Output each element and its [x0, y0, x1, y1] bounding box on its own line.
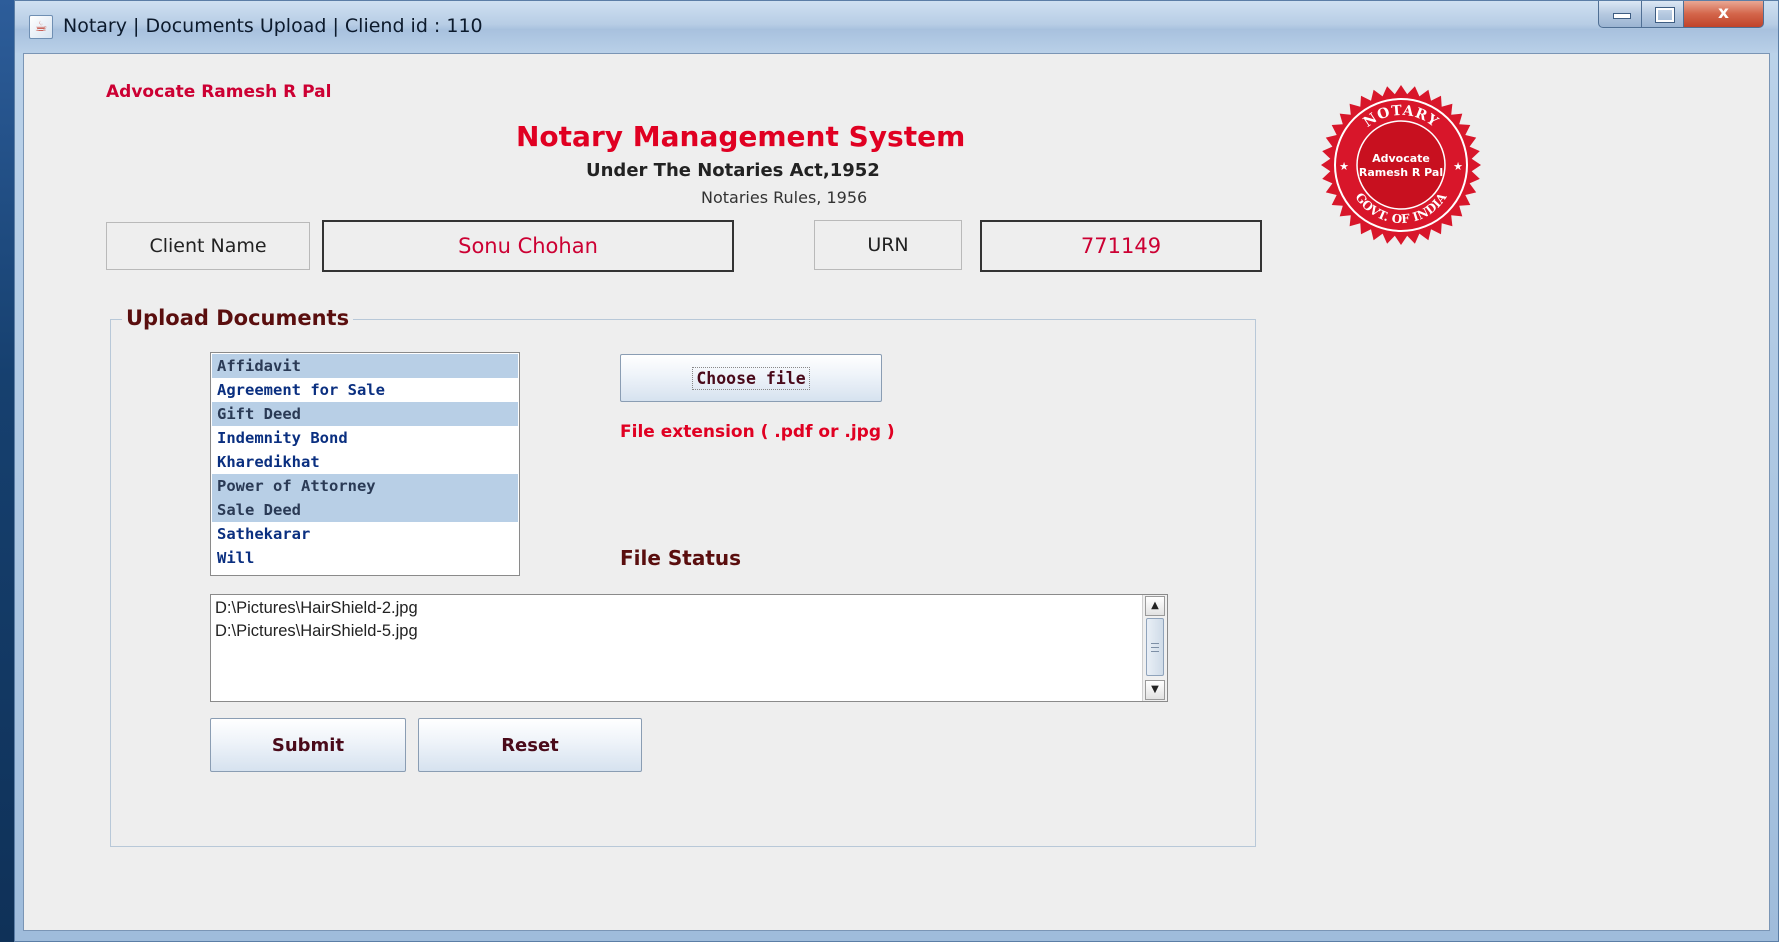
- system-title: Notary Management System: [516, 120, 966, 153]
- client-name-value: Sonu Chohan: [322, 220, 734, 272]
- rules-subtitle: Notaries Rules, 1956: [701, 188, 868, 207]
- close-icon: x: [1718, 3, 1729, 23]
- seal-line-2: Ramesh R Pal: [1359, 166, 1443, 179]
- file-status-lines: D:\Pictures\HairShield-2.jpg D:\Pictures\…: [215, 597, 418, 643]
- close-button[interactable]: x: [1684, 1, 1764, 28]
- file-status-textarea[interactable]: D:\Pictures\HairShield-2.jpg D:\Pictures\…: [210, 594, 1168, 702]
- notary-seal-logo: NOTARY GOVT. OF INDIA Advocate Ramesh R …: [1321, 85, 1481, 245]
- file-path-line: D:\Pictures\HairShield-5.jpg: [215, 622, 418, 640]
- seal-star-right-icon: ★: [1453, 160, 1463, 173]
- urn-label: URN: [814, 220, 962, 270]
- scroll-up-icon[interactable]: ▲: [1145, 596, 1165, 616]
- file-path-line: D:\Pictures\HairShield-2.jpg: [215, 599, 418, 617]
- file-status-label: File Status: [620, 546, 742, 570]
- document-list-item[interactable]: Sale Deed: [212, 498, 518, 522]
- document-list-item[interactable]: Will: [212, 546, 518, 570]
- app-window: ☕ Notary | Documents Upload | Cliend id …: [14, 0, 1779, 942]
- submit-button[interactable]: Submit: [210, 718, 406, 772]
- upload-documents-title: Upload Documents: [122, 306, 354, 330]
- advocate-name: Advocate Ramesh R Pal: [106, 82, 332, 102]
- desktop-background: [0, 0, 14, 942]
- document-list-item[interactable]: Gift Deed: [212, 402, 518, 426]
- java-app-icon: ☕: [29, 15, 53, 39]
- client-name-label: Client Name: [106, 222, 310, 270]
- choose-file-button[interactable]: Choose file: [620, 354, 882, 402]
- document-list-item[interactable]: Power of Attorney: [212, 474, 518, 498]
- document-type-list[interactable]: Affidavit Agreement for Sale Gift Deed Inde…: [210, 352, 520, 576]
- window-title: Notary | Documents Upload | Cliend id : …: [63, 15, 483, 37]
- document-list-item[interactable]: Indemnity Bond: [212, 426, 518, 450]
- file-extension-note: File extension ( .pdf or .jpg ): [620, 422, 895, 442]
- document-list-item[interactable]: Kharedikhat: [212, 450, 518, 474]
- title-bar[interactable]: ☕ Notary | Documents Upload | Cliend id …: [15, 1, 1778, 53]
- minimize-icon: [1613, 13, 1631, 19]
- document-list-item[interactable]: Affidavit: [212, 354, 518, 378]
- act-subtitle: Under The Notaries Act,1952: [586, 160, 880, 181]
- maximize-icon: [1655, 7, 1675, 23]
- window-controls: x: [1598, 1, 1764, 29]
- document-list-item[interactable]: Sathekarar: [212, 522, 518, 546]
- seal-line-1: Advocate: [1372, 152, 1430, 165]
- scroll-down-icon[interactable]: ▼: [1145, 680, 1165, 700]
- vertical-scrollbar[interactable]: ▲ ▼: [1142, 595, 1167, 701]
- content-panel: Advocate Ramesh R Pal Notary Management …: [23, 53, 1770, 931]
- seal-star-left-icon: ★: [1339, 160, 1349, 173]
- maximize-button[interactable]: [1642, 1, 1684, 28]
- choose-file-label: Choose file: [692, 366, 810, 390]
- minimize-button[interactable]: [1598, 1, 1642, 28]
- document-list-item[interactable]: Agreement for Sale: [212, 378, 518, 402]
- scroll-thumb[interactable]: [1146, 618, 1164, 676]
- reset-button[interactable]: Reset: [418, 718, 642, 772]
- urn-value: 771149: [980, 220, 1262, 272]
